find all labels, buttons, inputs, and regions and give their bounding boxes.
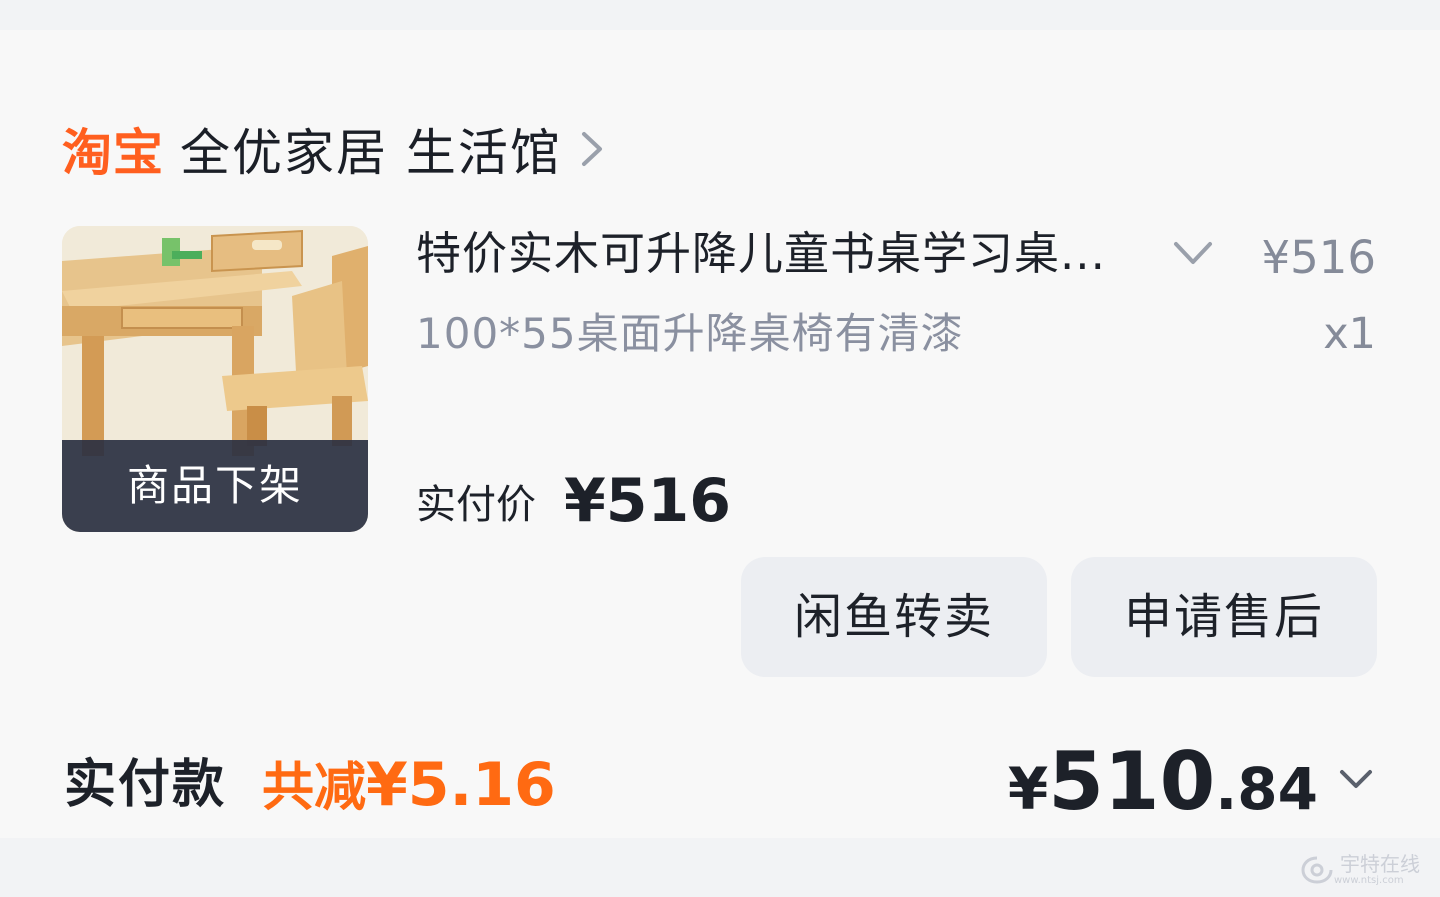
- unit-price: ¥516: [1261, 231, 1376, 284]
- chevron-down-icon[interactable]: [1336, 766, 1376, 796]
- total-paid-label: 实付款: [64, 755, 227, 815]
- watermark-logo-icon: [1301, 856, 1333, 884]
- product-title[interactable]: 特价实木可升降儿童书桌学习桌...: [416, 224, 1176, 284]
- chevron-right-icon: [581, 132, 602, 166]
- discount-prefix: 共减: [262, 758, 367, 818]
- resell-button[interactable]: 闲鱼转卖: [741, 557, 1047, 677]
- shop-name: 全优家居 生活馆: [180, 124, 562, 182]
- taobao-logo: 淘宝: [62, 124, 164, 182]
- shop-header[interactable]: 淘宝 全优家居 生活馆: [62, 114, 614, 184]
- paid-price-value: ¥516: [564, 466, 731, 536]
- watermark-url: www.ntsj.com: [1334, 875, 1404, 886]
- chevron-down-icon[interactable]: [1170, 236, 1216, 272]
- total-currency: ¥: [1007, 755, 1049, 823]
- sku-spec: 100*55桌面升降桌椅有清漆: [416, 309, 964, 358]
- total-amount[interactable]: ¥510.84: [1008, 732, 1318, 854]
- quantity: x1: [1323, 309, 1376, 359]
- product-image[interactable]: 商品下架: [62, 226, 368, 532]
- paid-price-label: 实付价: [416, 482, 536, 528]
- total-decimal: .84: [1215, 755, 1318, 823]
- watermark-text: 宇特在线: [1340, 852, 1420, 876]
- aftersale-button[interactable]: 申请售后: [1071, 557, 1377, 677]
- discount-info: 共减¥5.16: [262, 750, 556, 823]
- off-shelf-overlay: 商品下架: [62, 440, 368, 532]
- order-card: 淘宝 全优家居 生活馆 商品下架 特价实木可升降儿童书桌学习桌... ¥516 …: [0, 30, 1440, 838]
- watermark: 宇特在线 www.ntsj.com: [1300, 853, 1420, 887]
- total-integer: 510: [1048, 735, 1216, 828]
- discount-amount: ¥5.16: [366, 750, 556, 820]
